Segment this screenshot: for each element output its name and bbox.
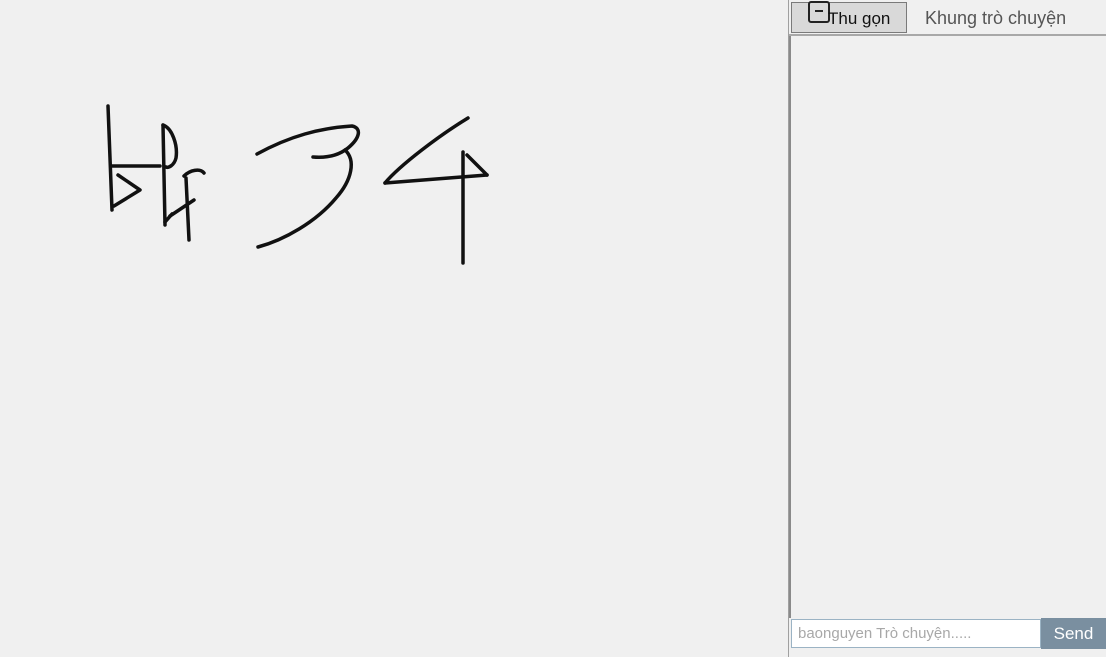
stroke (383, 173, 489, 185)
handwriting-strokes (106, 104, 489, 265)
stroke (182, 168, 206, 178)
drawing-canvas[interactable] (0, 0, 788, 657)
minus-icon (808, 1, 830, 23)
chat-message-input[interactable] (791, 619, 1041, 648)
stroke (255, 124, 361, 159)
chat-title: Khung trò chuyện (925, 8, 1067, 28)
stroke (256, 148, 353, 249)
stroke (161, 123, 167, 227)
collapse-button-label: Thu gọn (828, 9, 891, 28)
chat-panel: Thu gọn Khung trò chuyện Send (788, 0, 1106, 657)
stroke (383, 116, 470, 185)
chat-message-list[interactable] (789, 36, 1106, 618)
collapse-button[interactable]: Thu gọn (791, 1, 907, 33)
chat-footer: Send (789, 618, 1106, 657)
send-button[interactable]: Send (1041, 618, 1106, 649)
stroke (184, 176, 191, 242)
stroke (112, 173, 142, 208)
stroke (465, 153, 489, 177)
chat-header: Thu gọn Khung trò chuyện (789, 0, 1106, 36)
stroke (106, 104, 114, 212)
